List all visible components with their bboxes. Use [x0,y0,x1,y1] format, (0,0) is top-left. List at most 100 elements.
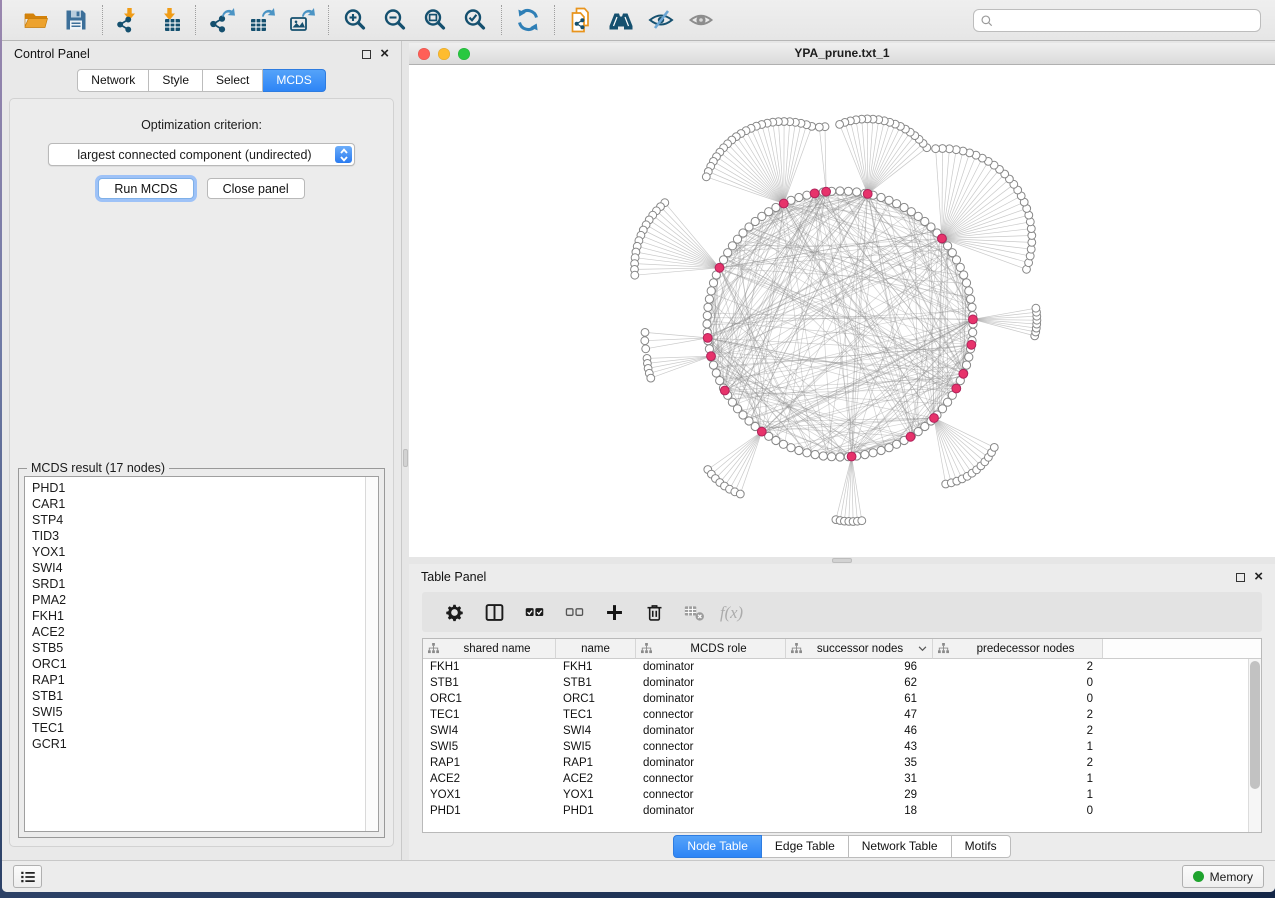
close-panel-icon[interactable]: × [380,49,389,59]
table-row[interactable]: TEC1TEC1connector472 [423,707,1261,723]
table-cell[interactable]: 18 [786,803,933,819]
show-graphics-details-icon[interactable] [685,4,717,36]
table-cell[interactable]: 62 [786,675,933,691]
mcds-result-item[interactable]: GCR1 [32,736,365,752]
close-window-button[interactable] [418,48,430,60]
mcds-result-item[interactable]: STB5 [32,640,365,656]
tab-node-table[interactable]: Node Table [673,835,762,858]
table-cell[interactable]: 35 [786,755,933,771]
table-row[interactable]: PHD1PHD1dominator180 [423,803,1261,819]
zoom-in-icon[interactable] [339,4,371,36]
tab-edge-table[interactable]: Edge Table [762,835,849,858]
mcds-result-item[interactable]: FKH1 [32,608,365,624]
mcds-result-item[interactable]: PHD1 [32,480,365,496]
table-cell[interactable]: 2 [933,659,1103,675]
table-cell[interactable]: dominator [636,723,786,739]
open-session-icon[interactable] [20,4,52,36]
table-cell[interactable]: dominator [636,755,786,771]
export-network-icon[interactable] [206,4,238,36]
float-panel-icon[interactable] [1236,573,1245,582]
delete-row-icon[interactable] [636,596,672,628]
tab-network[interactable]: Network [77,69,149,92]
mcds-result-item[interactable]: TID3 [32,528,365,544]
mcds-result-item[interactable]: SWI4 [32,560,365,576]
table-cell[interactable]: 46 [786,723,933,739]
table-cell[interactable]: dominator [636,659,786,675]
apply-function-icon[interactable]: f(x) [716,596,752,628]
table-cell[interactable]: FKH1 [556,659,636,675]
search-box[interactable] [973,9,1261,32]
table-cell[interactable]: ACE2 [423,771,556,787]
mcds-node[interactable] [952,384,961,393]
mcds-result-item[interactable]: PMA2 [32,592,365,608]
minimize-window-button[interactable] [438,48,450,60]
column-header-MCDS-role[interactable]: MCDS role [636,639,786,659]
table-cell[interactable]: PHD1 [556,803,636,819]
tab-select[interactable]: Select [203,69,263,92]
search-network-icon[interactable] [605,4,637,36]
export-table-icon[interactable] [246,4,278,36]
clone-network-icon[interactable] [565,4,597,36]
table-row[interactable]: RAP1RAP1dominator352 [423,755,1261,771]
table-cell[interactable]: 1 [933,771,1103,787]
table-row[interactable]: SWI4SWI4dominator462 [423,723,1261,739]
table-cell[interactable]: TEC1 [556,707,636,723]
table-cell[interactable]: connector [636,707,786,723]
table-cell[interactable]: ORC1 [556,691,636,707]
gear-icon[interactable] [436,596,472,628]
table-cell[interactable]: connector [636,739,786,755]
tab-motifs[interactable]: Motifs [952,835,1011,858]
import-table-icon[interactable] [153,4,185,36]
table-cell[interactable]: SWI5 [423,739,556,755]
table-cell[interactable]: 47 [786,707,933,723]
table-cell[interactable]: YOX1 [556,787,636,803]
zoom-fit-icon[interactable] [419,4,451,36]
table-cell[interactable]: FKH1 [423,659,556,675]
table-row[interactable]: YOX1YOX1connector291 [423,787,1261,803]
search-input[interactable] [974,13,1260,27]
table-cell[interactable]: SWI5 [556,739,636,755]
column-header-name[interactable]: name [556,639,636,659]
table-cell[interactable]: RAP1 [556,755,636,771]
splitter-grip[interactable] [403,449,408,467]
maximize-window-button[interactable] [458,48,470,60]
mcds-result-item[interactable]: YOX1 [32,544,365,560]
run-mcds-button[interactable]: Run MCDS [98,178,193,199]
table-cell[interactable]: 0 [933,803,1103,819]
export-image-icon[interactable] [286,4,318,36]
table-cell[interactable]: PHD1 [423,803,556,819]
table-row[interactable]: SWI5SWI5connector431 [423,739,1261,755]
table-cell[interactable]: 61 [786,691,933,707]
table-row[interactable]: ORC1ORC1dominator610 [423,691,1261,707]
mcds-node[interactable] [906,432,915,441]
add-row-icon[interactable] [596,596,632,628]
table-cell[interactable]: 2 [933,755,1103,771]
table-cell[interactable]: 0 [933,675,1103,691]
table-cell[interactable]: ORC1 [423,691,556,707]
mcds-node[interactable] [863,190,872,199]
close-panel-button[interactable]: Close panel [207,178,305,199]
table-cell[interactable]: connector [636,771,786,787]
table-cell[interactable]: dominator [636,803,786,819]
mcds-result-item[interactable]: RAP1 [32,672,365,688]
mcds-result-item[interactable]: STB1 [32,688,365,704]
table-cell[interactable]: YOX1 [423,787,556,803]
criterion-dropdown[interactable]: largest connected component (undirected) [48,143,355,166]
close-panel-icon[interactable]: × [1254,572,1263,582]
table-cell[interactable]: SWI4 [556,723,636,739]
table-row[interactable]: FKH1FKH1dominator962 [423,659,1261,675]
save-session-icon[interactable] [60,4,92,36]
mcds-node[interactable] [938,234,947,243]
mcds-result-item[interactable]: SRD1 [32,576,365,592]
mcds-node[interactable] [720,386,729,395]
mcds-node[interactable] [703,334,712,343]
table-cell[interactable]: 31 [786,771,933,787]
mcds-node[interactable] [822,187,831,196]
column-header-predecessor-nodes[interactable]: predecessor nodes [933,639,1103,659]
mcds-node[interactable] [757,427,766,436]
status-menu-button[interactable] [13,865,42,888]
mcds-result-item[interactable]: TEC1 [32,720,365,736]
mcds-result-item[interactable]: ORC1 [32,656,365,672]
mcds-node[interactable] [967,340,976,349]
network-canvas[interactable] [409,65,1275,557]
